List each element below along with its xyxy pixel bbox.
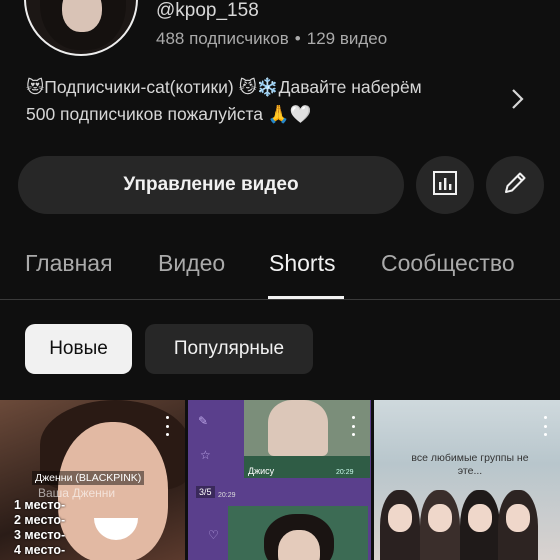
subscriber-count: 488 подписчиков — [156, 29, 289, 48]
thumbnail-figure — [420, 490, 460, 560]
tabs-divider — [0, 299, 560, 300]
channel-description[interactable]: 😻Подписчики-cat(котики) 😼❄️Давайте набер… — [26, 74, 496, 128]
chevron-right-icon[interactable] — [506, 86, 528, 112]
short-caption: все любимые группы не эте... — [411, 452, 529, 477]
tab-community[interactable]: Сообщество — [381, 250, 515, 277]
short-overlay-list: 1 место- 2 место- 3 место- 4 место- — [14, 498, 65, 558]
card-photo — [268, 400, 328, 456]
card-time: 20:29 — [218, 492, 236, 499]
doodle-decoration: ☆ — [200, 448, 211, 462]
card-name: Джису — [248, 466, 275, 476]
channel-meta: 488 подписчиков • 129 видео — [156, 29, 387, 49]
meta-separator: • — [294, 29, 301, 48]
channel-tabs: Главная Видео Shorts Сообщество — [0, 244, 560, 299]
short-thumbnail-1[interactable]: Дженни (BLACKPINK) Ваша Дженни 1 место- … — [0, 400, 185, 560]
tab-shorts[interactable]: Shorts — [269, 250, 335, 277]
short-thumbnail-2[interactable]: ✎ ☆ ♡ Джису 20:29 3/5 20:29 — [188, 400, 371, 560]
list-item: 4 место- — [14, 543, 66, 557]
list-item: 3 место- — [14, 528, 66, 542]
edit-channel-button[interactable] — [486, 156, 544, 214]
card-time: 20:29 — [336, 469, 354, 476]
analytics-button[interactable] — [416, 156, 474, 214]
pencil-icon — [501, 169, 529, 202]
doodle-decoration: ♡ — [208, 528, 219, 542]
video-count: 129 видео — [306, 29, 388, 48]
analytics-icon — [432, 170, 458, 201]
list-item: 2 место- — [14, 513, 66, 527]
more-options-icon[interactable] — [350, 416, 356, 436]
short-thumbnail-3[interactable]: все любимые группы не эте... — [374, 400, 560, 560]
channel-handle: @kpop_158 — [156, 0, 259, 21]
doodle-decoration: ✎ — [198, 414, 209, 428]
description-line-1: 😻Подписчики-cat(котики) 😼❄️Давайте набер… — [26, 77, 422, 97]
description-line-2: 500 подписчиков пожалуйста 🙏🤍 — [26, 104, 312, 124]
short-overlay-title: Дженни (BLACKPINK) — [32, 471, 145, 485]
more-options-icon[interactable] — [164, 416, 170, 436]
filter-chip-new[interactable]: Новые — [25, 324, 132, 374]
card-photo-face — [278, 530, 320, 560]
manage-videos-button[interactable]: Управление видео — [18, 156, 404, 214]
photo-card — [228, 506, 368, 560]
more-options-icon[interactable] — [542, 416, 548, 436]
channel-avatar[interactable] — [24, 0, 138, 56]
tab-home[interactable]: Главная — [25, 250, 113, 277]
page-indicator: 3/5 — [196, 486, 215, 498]
thumbnail-figure — [498, 490, 538, 560]
list-item: 1 место- — [14, 498, 66, 512]
filter-chip-popular[interactable]: Популярные — [145, 324, 313, 374]
tab-videos[interactable]: Видео — [158, 250, 225, 277]
thumbnail-figure — [460, 490, 500, 560]
thumbnail-figure — [380, 490, 420, 560]
